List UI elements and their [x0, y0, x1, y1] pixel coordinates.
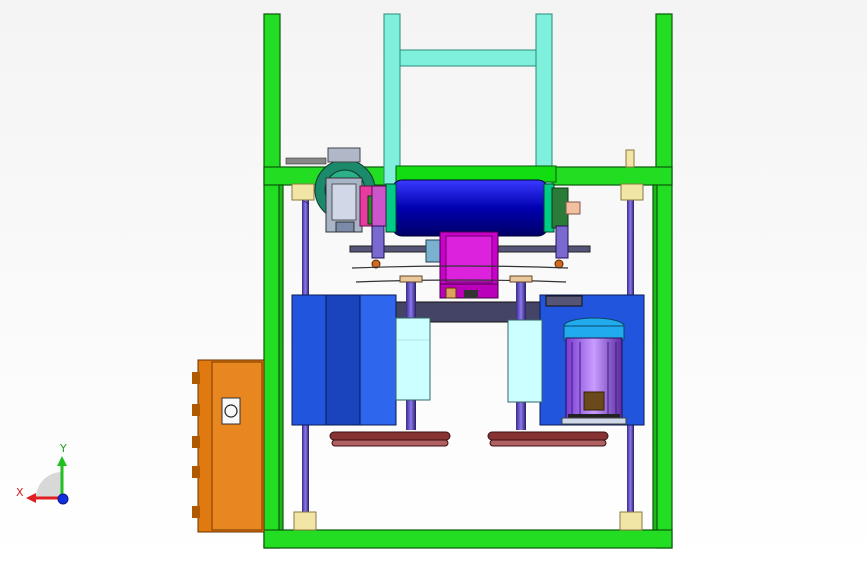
frame-bottom-crossbar[interactable] — [263, 529, 673, 549]
frame-left-post[interactable] — [263, 13, 281, 549]
center-gear-motor[interactable] — [425, 231, 499, 299]
gantry-left-leg[interactable] — [383, 13, 401, 185]
gantry-right-leg[interactable] — [535, 13, 553, 185]
bearing-left — [371, 185, 387, 227]
top-pin-right — [625, 149, 635, 168]
orientation-triad — [26, 456, 69, 505]
post-cap-top-left — [291, 183, 315, 201]
triad-x-label: X — [16, 486, 24, 499]
frame-inner-rail-right — [652, 184, 658, 531]
frame-inner-rail-left — [278, 184, 284, 531]
triad-y-label: Y — [60, 442, 67, 455]
cad-viewport[interactable] — [0, 0, 867, 562]
post-cap-top-right — [620, 183, 644, 201]
post-cap-bottom-right — [619, 511, 643, 531]
gantry-upper-bar[interactable] — [399, 49, 537, 67]
belt-pulleys — [329, 431, 609, 447]
triad-z-axis — [57, 493, 69, 505]
roller-body[interactable] — [391, 179, 549, 237]
triad-shading — [36, 472, 62, 498]
control-box[interactable] — [192, 359, 265, 533]
frame-right-post[interactable] — [655, 13, 673, 549]
top-gantry[interactable] — [383, 13, 557, 185]
post-cap-bottom-left — [293, 511, 317, 531]
shaft-stub-right — [565, 201, 581, 215]
electric-motor[interactable] — [561, 317, 627, 425]
roller-end-left — [385, 183, 397, 233]
